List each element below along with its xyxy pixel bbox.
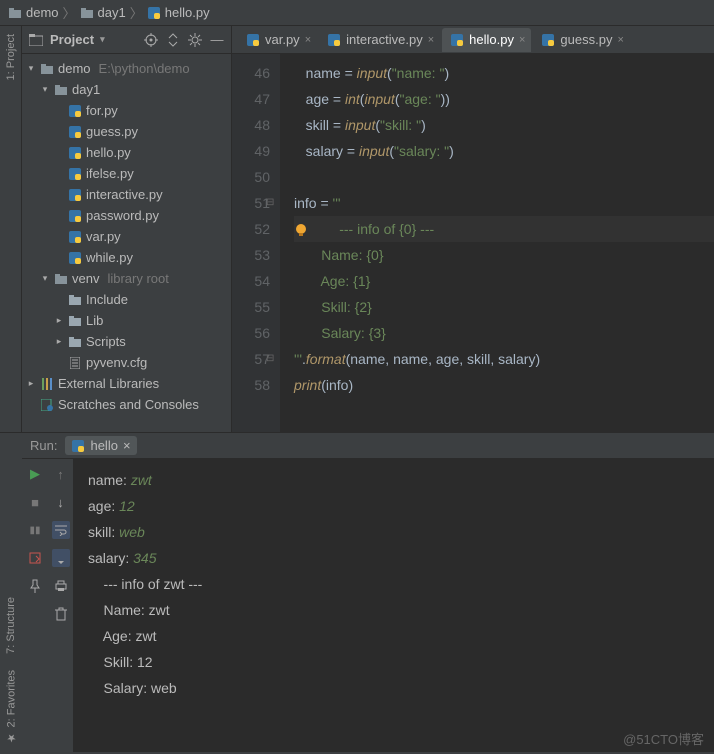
folder-icon [68, 314, 82, 328]
python-file-icon [68, 188, 82, 202]
pin-icon[interactable] [26, 577, 44, 595]
gutter: 46474849505152535455565758 [232, 54, 280, 432]
python-file-icon [147, 6, 161, 20]
project-view-icon[interactable] [28, 32, 44, 48]
tree-row[interactable]: ifelse.py [22, 163, 231, 184]
left-gutter-bottom-tabs: ★ 2: Favorites 7: Structure [0, 433, 22, 752]
folder-icon [54, 83, 68, 97]
editor-tabs: var.py×interactive.py×hello.py×guess.py× [232, 26, 714, 54]
editor-tab[interactable]: guess.py× [533, 28, 629, 52]
tree-row[interactable]: Include [22, 289, 231, 310]
python-file-icon [68, 251, 82, 265]
tree-row[interactable]: interactive.py [22, 184, 231, 205]
collapse-icon[interactable] [165, 32, 181, 48]
project-tree[interactable]: ▾demoE:\python\demo▾day1for.pyguess.pyhe… [22, 54, 231, 432]
python-file-icon [246, 33, 260, 47]
file-icon [68, 356, 82, 370]
hide-icon[interactable]: — [209, 32, 225, 48]
crumb-seg-1: day1 [80, 5, 126, 20]
editor-tab[interactable]: interactive.py× [319, 28, 440, 52]
tree-row[interactable]: Scratches and Consoles [22, 394, 231, 415]
run-panel-header: Run: hello × [22, 433, 714, 459]
close-icon[interactable]: × [123, 438, 131, 453]
close-icon[interactable]: × [305, 34, 311, 46]
run-toolbar-left: ▶ ■ ▮▮ [22, 459, 48, 752]
left-gutter-tabs: 1: Project [0, 26, 22, 432]
editor-tab[interactable]: hello.py× [442, 28, 531, 52]
tree-row[interactable]: for.py [22, 100, 231, 121]
tree-row[interactable]: password.py [22, 205, 231, 226]
run-label: Run: [30, 438, 57, 453]
python-file-icon [68, 125, 82, 139]
scroll-icon[interactable] [52, 549, 70, 567]
python-file-icon [450, 33, 464, 47]
sidebar-tab-structure[interactable]: 7: Structure [5, 597, 17, 654]
down-icon[interactable]: ↓ [52, 493, 70, 511]
close-icon[interactable]: × [519, 34, 525, 46]
project-panel: Project — ▾demoE:\python\demo▾day1for.py… [22, 26, 232, 432]
python-file-icon [541, 33, 555, 47]
folder-icon [80, 6, 94, 20]
python-file-icon [71, 439, 85, 453]
tree-row[interactable]: ▸Lib [22, 310, 231, 331]
tree-row[interactable]: var.py [22, 226, 231, 247]
locate-icon[interactable] [143, 32, 159, 48]
close-icon[interactable]: × [428, 34, 434, 46]
close-icon[interactable]: × [617, 34, 623, 46]
tree-row[interactable]: ▾venvlibrary root [22, 268, 231, 289]
exit-button[interactable] [26, 549, 44, 567]
trash-icon[interactable] [52, 605, 70, 623]
sidebar-tab-project[interactable]: 1: Project [5, 34, 17, 80]
project-panel-header: Project — [22, 26, 231, 54]
code-editor[interactable]: 46474849505152535455565758 name = input(… [232, 54, 714, 432]
stop-button[interactable]: ■ [26, 493, 44, 511]
wrap-icon[interactable] [52, 521, 70, 539]
tree-row[interactable]: pyvenv.cfg [22, 352, 231, 373]
tree-row[interactable]: ▸External Libraries [22, 373, 231, 394]
crumb-seg-2: hello.py [147, 5, 210, 20]
python-file-icon [68, 146, 82, 160]
folder-icon [68, 293, 82, 307]
watermark: @51CTO博客 [623, 729, 704, 748]
pause-button[interactable]: ▮▮ [26, 521, 44, 539]
project-title[interactable]: Project [50, 32, 137, 47]
python-file-icon [68, 104, 82, 118]
tree-row[interactable]: ▾day1 [22, 79, 231, 100]
python-file-icon [327, 33, 341, 47]
run-config-tab[interactable]: hello × [65, 436, 136, 455]
python-file-icon [68, 167, 82, 181]
crumb-seg-0: demo [8, 5, 59, 20]
editor-area: var.py×interactive.py×hello.py×guess.py×… [232, 26, 714, 432]
run-button[interactable]: ▶ [26, 465, 44, 483]
scratch-icon [40, 398, 54, 412]
folder-icon [68, 335, 82, 349]
editor-tab[interactable]: var.py× [238, 28, 317, 52]
folder-icon [54, 272, 68, 286]
bulb-icon[interactable] [294, 223, 308, 237]
chevron-right-icon: 〉 [63, 3, 76, 22]
source[interactable]: name = input("name: ") age = int(input("… [280, 54, 714, 432]
run-toolbar-right: ↑ ↓ [48, 459, 74, 752]
folder-icon [40, 62, 54, 76]
run-panel: Run: hello × ▶ ■ ▮▮ ↑ ↓ [22, 433, 714, 752]
folder-icon [8, 6, 22, 20]
tree-row[interactable]: hello.py [22, 142, 231, 163]
console-output[interactable]: name: zwtage: 12skill: websalary: 345 --… [74, 459, 714, 752]
python-file-icon [68, 209, 82, 223]
up-icon[interactable]: ↑ [52, 465, 70, 483]
chevron-right-icon: 〉 [130, 3, 143, 22]
python-file-icon [68, 230, 82, 244]
print-icon[interactable] [52, 577, 70, 595]
tree-row[interactable]: ▸Scripts [22, 331, 231, 352]
tree-row[interactable]: guess.py [22, 121, 231, 142]
breadcrumb[interactable]: demo 〉 day1 〉 hello.py [0, 0, 714, 26]
sidebar-tab-favorites[interactable]: ★ 2: Favorites [5, 670, 18, 744]
tree-row[interactable]: ▾demoE:\python\demo [22, 58, 231, 79]
lib-icon [40, 377, 54, 391]
tree-row[interactable]: while.py [22, 247, 231, 268]
gear-icon[interactable] [187, 32, 203, 48]
